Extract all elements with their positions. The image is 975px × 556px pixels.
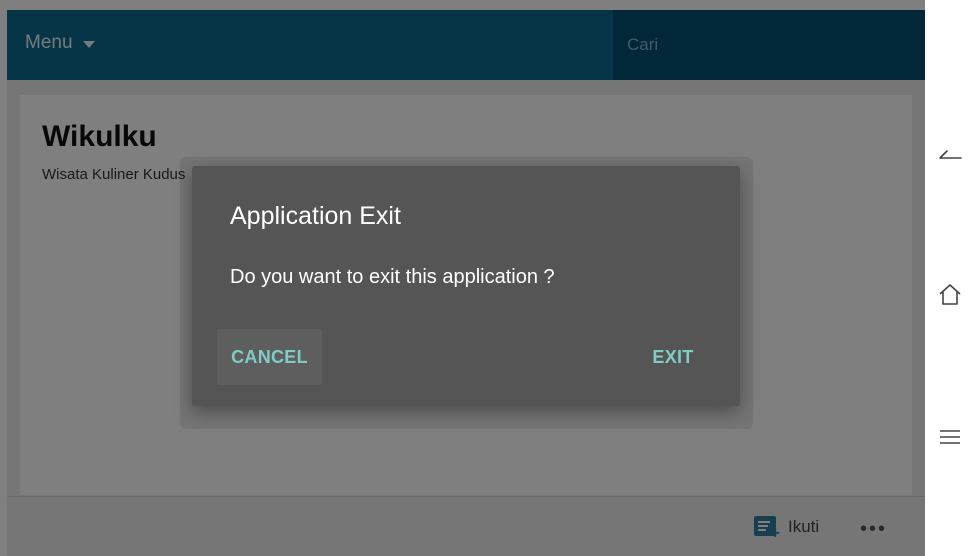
- exit-dialog: Application Exit Do you want to exit thi…: [192, 166, 740, 406]
- dialog-title: Application Exit: [230, 202, 401, 230]
- back-button[interactable]: [925, 124, 975, 184]
- home-button[interactable]: [925, 265, 975, 325]
- app-screen: Menu Wikulku Wisata Kuliner Kudus + Ikut…: [0, 0, 925, 556]
- recent-apps-button[interactable]: [925, 407, 975, 467]
- android-nav-bar: [925, 0, 975, 556]
- dialog-message: Do you want to exit this application ?: [230, 266, 555, 288]
- recent-apps-icon: [940, 430, 960, 444]
- home-icon: [939, 284, 961, 305]
- back-icon: [939, 150, 962, 159]
- cancel-button[interactable]: CANCEL: [217, 329, 322, 385]
- exit-button[interactable]: EXIT: [638, 329, 708, 385]
